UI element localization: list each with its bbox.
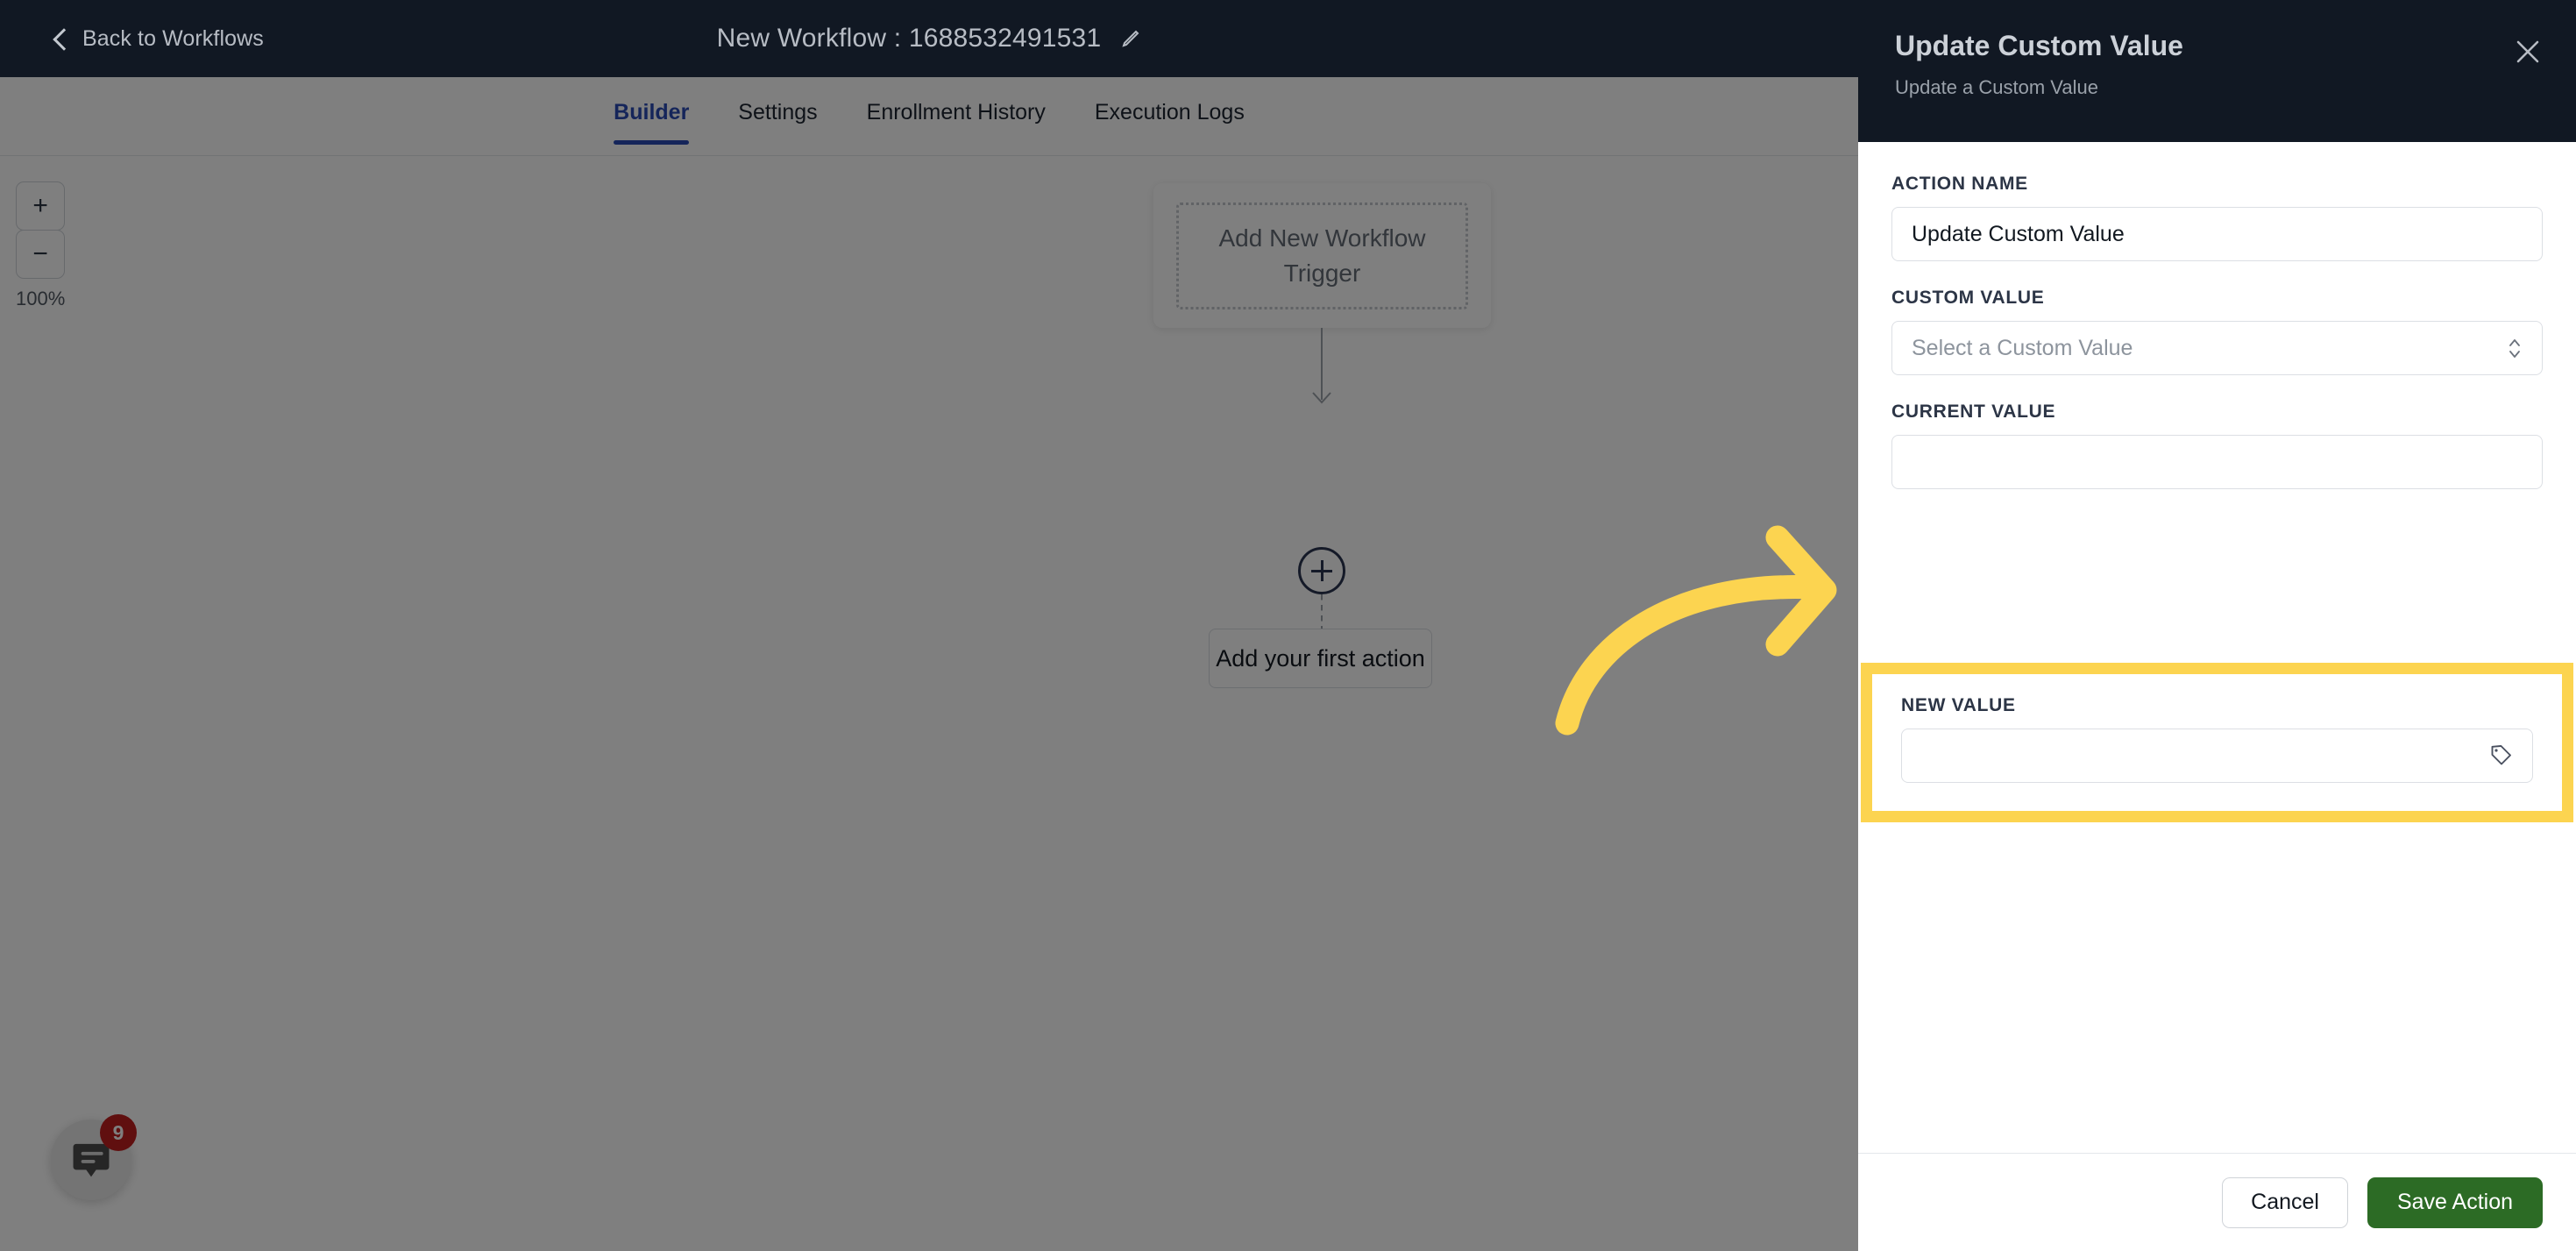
workflow-title-group: New Workflow : 1688532491531 bbox=[0, 0, 1858, 77]
tab-builder[interactable]: Builder bbox=[589, 77, 713, 145]
trigger-connector-line bbox=[1321, 328, 1323, 400]
field-custom-value: CUSTOM VALUE Select a Custom Value bbox=[1891, 288, 2543, 375]
workflow-tabs: Builder Settings Enrollment History Exec… bbox=[0, 77, 1858, 156]
close-icon[interactable] bbox=[2513, 37, 2543, 67]
add-workflow-trigger-card[interactable]: Add New Workflow Trigger bbox=[1153, 183, 1491, 328]
action-name-value: Update Custom Value bbox=[1912, 221, 2125, 246]
app-topbar: Back to Workflows New Workflow : 1688532… bbox=[0, 0, 1858, 77]
back-to-workflows-button[interactable]: Back to Workflows bbox=[51, 26, 264, 52]
field-current-value: CURRENT VALUE bbox=[1891, 402, 2543, 489]
workflow-canvas[interactable]: + − 100% Add New Workflow Trigger Add yo… bbox=[0, 157, 1858, 1251]
save-action-button[interactable]: Save Action bbox=[2367, 1176, 2543, 1228]
tab-settings-label: Settings bbox=[738, 100, 818, 124]
support-chat-widget[interactable]: 9 bbox=[51, 1114, 137, 1200]
tag-icon[interactable] bbox=[2488, 743, 2513, 768]
add-first-action-card[interactable]: Add your first action bbox=[1209, 629, 1432, 688]
field-action-name-label: ACTION NAME bbox=[1891, 174, 2028, 194]
panel-body: ACTION NAME Update Custom Value CUSTOM V… bbox=[1858, 142, 2576, 1153]
back-to-workflows-label: Back to Workflows bbox=[82, 25, 264, 51]
field-new-value-label: NEW VALUE bbox=[1901, 695, 2016, 715]
chevron-left-icon bbox=[51, 30, 68, 47]
panel-footer: Cancel Save Action bbox=[1858, 1153, 2576, 1251]
connector-arrow-icon bbox=[1312, 392, 1331, 404]
tab-builder-label: Builder bbox=[614, 100, 690, 124]
action-config-panel: Update Custom Value Update a Custom Valu… bbox=[1858, 0, 2576, 1251]
pencil-icon[interactable] bbox=[1120, 28, 1141, 49]
new-value-input[interactable] bbox=[1901, 729, 2533, 783]
chevron-up-down-icon bbox=[2507, 335, 2523, 361]
add-action-button[interactable] bbox=[1298, 547, 1345, 594]
chat-unread-badge: 9 bbox=[100, 1114, 137, 1151]
workflow-builder-main: Back to Workflows New Workflow : 1688532… bbox=[0, 0, 1858, 1251]
new-value-highlight-box: NEW VALUE bbox=[1861, 663, 2573, 822]
custom-value-placeholder: Select a Custom Value bbox=[1912, 335, 2133, 360]
cancel-button-label: Cancel bbox=[2251, 1190, 2319, 1214]
tab-execution-logs-label: Execution Logs bbox=[1094, 100, 1245, 124]
field-current-value-label: CURRENT VALUE bbox=[1891, 402, 2056, 422]
tab-settings[interactable]: Settings bbox=[713, 77, 841, 145]
zoom-in-button[interactable]: + bbox=[16, 181, 66, 231]
app-root: Back to Workflows New Workflow : 1688532… bbox=[0, 0, 2576, 1251]
panel-title: Update Custom Value bbox=[1895, 30, 2183, 61]
save-action-button-label: Save Action bbox=[2396, 1190, 2513, 1214]
panel-subtitle: Update a Custom Value bbox=[1895, 76, 2098, 98]
field-action-name: ACTION NAME Update Custom Value bbox=[1891, 174, 2543, 261]
field-new-value: NEW VALUE bbox=[1901, 695, 2533, 783]
field-custom-value-label: CUSTOM VALUE bbox=[1891, 288, 2045, 308]
current-value-input bbox=[1891, 435, 2543, 489]
cancel-button[interactable]: Cancel bbox=[2222, 1176, 2348, 1228]
tab-execution-logs[interactable]: Execution Logs bbox=[1070, 77, 1269, 145]
workflow-title: New Workflow : 1688532491531 bbox=[716, 24, 1102, 53]
zoom-out-icon: − bbox=[32, 239, 48, 268]
add-first-action-label: Add your first action bbox=[1216, 644, 1425, 672]
zoom-level-label: 100% bbox=[16, 288, 66, 309]
add-workflow-trigger-label: Add New Workflow Trigger bbox=[1176, 202, 1468, 309]
tab-enrollment-history-label: Enrollment History bbox=[866, 100, 1046, 124]
tab-enrollment-history[interactable]: Enrollment History bbox=[842, 77, 1070, 145]
zoom-in-icon: + bbox=[32, 191, 48, 220]
action-name-input[interactable]: Update Custom Value bbox=[1891, 207, 2543, 261]
panel-header: Update Custom Value Update a Custom Valu… bbox=[1858, 0, 2576, 142]
zoom-out-button[interactable]: − bbox=[16, 230, 66, 279]
canvas-zoom-controls: + − 100% bbox=[16, 181, 65, 310]
custom-value-select[interactable]: Select a Custom Value bbox=[1891, 321, 2543, 375]
